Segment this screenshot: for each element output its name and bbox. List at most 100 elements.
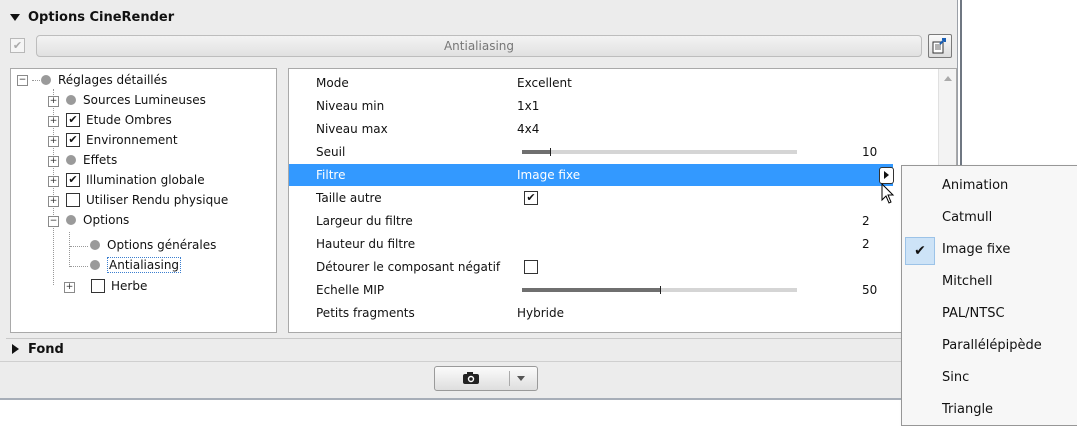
tree-item-label: Environnement: [86, 133, 178, 147]
illumination-globale-checkbox[interactable]: ✔: [66, 173, 80, 187]
property-name: Mode: [316, 76, 349, 90]
property-value: 10: [862, 145, 878, 159]
tree-item-options-generales[interactable]: Options générales: [90, 236, 216, 254]
menu-item-label: Parallélépipède: [942, 338, 1042, 353]
tree-item-label: Herbe: [111, 279, 148, 293]
menu-item-label: Image fixe: [942, 242, 1011, 257]
menu-item-sinc[interactable]: Sinc: [902, 362, 1077, 394]
taille-autre-checkbox[interactable]: ✔: [524, 191, 538, 205]
tree-item-label: Options générales: [107, 238, 217, 252]
options-cinerender-header[interactable]: Options CineRender: [6, 8, 174, 26]
tree-node-icon: [90, 240, 100, 250]
tree-node-icon: [66, 95, 76, 105]
tree-expand-toggle[interactable]: +: [48, 196, 59, 207]
antialiasing-tab-bar[interactable]: Antialiasing: [36, 35, 922, 57]
grid-row-taille-autre[interactable]: Taille autre ✔: [289, 187, 893, 209]
property-name: Petits fragments: [316, 306, 415, 320]
echelle-mip-slider[interactable]: [522, 286, 797, 294]
etude-ombres-checkbox[interactable]: ✔: [66, 113, 80, 127]
checkmark-icon: ✔: [905, 237, 935, 265]
tree-expand-toggle[interactable]: +: [48, 96, 59, 107]
grid-row-seuil[interactable]: Seuil 10: [289, 141, 893, 163]
menu-item-triangle[interactable]: Triangle: [902, 394, 1077, 426]
tree-item-options[interactable]: Options: [66, 211, 129, 229]
tree-item-sources-lumineuses[interactable]: Sources Lumineuses: [66, 91, 206, 109]
fond-header[interactable]: Fond: [6, 338, 957, 359]
property-name: Détourer le composant négatif: [316, 260, 501, 274]
property-value: Image fixe: [517, 168, 581, 182]
grid-row-detourer[interactable]: Détourer le composant négatif: [289, 256, 893, 278]
property-value: 2: [862, 214, 870, 228]
menu-item-label: Triangle: [942, 402, 994, 417]
menu-item-animation[interactable]: Animation: [902, 170, 1077, 202]
scroll-up-arrow-icon[interactable]: [944, 76, 952, 81]
property-name: Seuil: [316, 145, 346, 159]
menu-item-pal-ntsc[interactable]: PAL/NTSC: [902, 298, 1077, 330]
property-value: Excellent: [517, 76, 572, 90]
property-value: 1x1: [517, 99, 540, 113]
tree-expand-toggle[interactable]: +: [48, 136, 59, 147]
cinerender-options-panel: Options CineRender ✔ Antialiasing − Régl…: [0, 0, 958, 400]
tree-item-root[interactable]: Réglages détaillés: [41, 71, 167, 89]
tree-expand-toggle[interactable]: +: [48, 116, 59, 127]
menu-item-parallelepipede[interactable]: Parallélépipède: [902, 330, 1077, 362]
tree-item-rendu-physique[interactable]: Utiliser Rendu physique: [66, 191, 228, 209]
expand-triangle-icon: [12, 344, 19, 354]
tree-item-etude-ombres[interactable]: ✔ Etude Ombres: [66, 111, 172, 129]
menu-item-image-fixe[interactable]: ✔ Image fixe: [902, 234, 1077, 266]
tree-item-environnement[interactable]: ✔ Environnement: [66, 131, 178, 149]
property-grid: Mode Excellent Niveau min 1x1 Niveau max…: [288, 68, 957, 333]
grid-row-mode[interactable]: Mode Excellent: [289, 72, 893, 94]
menu-item-label: Mitchell: [942, 274, 993, 289]
grid-row-largeur-filtre[interactable]: Largeur du filtre 2: [289, 210, 893, 232]
disabled-checkbox: ✔: [10, 38, 25, 53]
grid-row-echelle-mip[interactable]: Echelle MIP 50: [289, 279, 893, 301]
tree-expand-toggle[interactable]: +: [64, 282, 75, 293]
slider-fill: [522, 288, 660, 292]
collapse-triangle-icon: [10, 13, 20, 21]
grid-row-niveau-min[interactable]: Niveau min 1x1: [289, 95, 893, 117]
tree-expand-toggle[interactable]: +: [48, 176, 59, 187]
property-name: Echelle MIP: [316, 283, 385, 297]
slider-thumb[interactable]: [550, 148, 551, 156]
filter-dropdown-menu: Animation Catmull ✔ Image fixe Mitchell P…: [901, 165, 1077, 426]
tree-item-antialiasing[interactable]: Antialiasing: [90, 256, 182, 274]
tree-node-icon: [90, 260, 100, 270]
mouse-pointer-icon: [881, 183, 895, 204]
menu-item-catmull[interactable]: Catmull: [902, 202, 1077, 234]
menu-item-label: Animation: [942, 178, 1009, 193]
grid-row-niveau-max[interactable]: Niveau max 4x4: [289, 118, 893, 140]
tree-item-illumination-globale[interactable]: ✔ Illumination globale: [66, 171, 205, 189]
tree-item-label: Sources Lumineuses: [83, 93, 206, 107]
slider-thumb[interactable]: [660, 286, 661, 294]
tree-collapse-root[interactable]: −: [17, 75, 28, 86]
property-name: Taille autre: [316, 191, 382, 205]
tree-item-label: Effets: [83, 153, 118, 167]
tree-node-icon: [66, 215, 76, 225]
herbe-checkbox[interactable]: [91, 279, 105, 293]
rendu-physique-checkbox[interactable]: [66, 193, 80, 207]
tree-node-icon: [66, 155, 76, 165]
menu-item-mitchell[interactable]: Mitchell: [902, 266, 1077, 298]
camera-icon: [463, 372, 479, 384]
tree-item-effets[interactable]: Effets: [66, 151, 117, 169]
filter-dropdown-button[interactable]: [879, 167, 894, 184]
detourer-checkbox[interactable]: [524, 260, 538, 274]
grid-row-filtre[interactable]: Filtre Image fixe: [289, 164, 894, 186]
tree-collapse-toggle[interactable]: −: [48, 216, 59, 227]
tree-item-label: Antialiasing: [107, 257, 182, 273]
grid-row-petits-fragments[interactable]: Petits fragments Hybride: [289, 302, 893, 324]
button-separator: [509, 371, 510, 386]
seuil-slider[interactable]: [522, 148, 797, 156]
grid-row-hauteur-filtre[interactable]: Hauteur du filtre 2: [289, 233, 893, 255]
dropdown-arrow-icon[interactable]: [517, 376, 525, 381]
tree-expand-toggle[interactable]: +: [48, 156, 59, 167]
render-snapshot-button[interactable]: [434, 366, 538, 391]
tree-item-herbe[interactable]: Herbe: [91, 277, 147, 295]
environnement-checkbox[interactable]: ✔: [66, 133, 80, 147]
property-name: Niveau max: [316, 122, 388, 136]
menu-item-label: PAL/NTSC: [942, 306, 1005, 321]
export-settings-button[interactable]: [928, 34, 952, 58]
settings-tree: − Réglages détaillés + Sources Lumineuse…: [10, 68, 277, 333]
menu-item-label: Sinc: [942, 370, 970, 385]
